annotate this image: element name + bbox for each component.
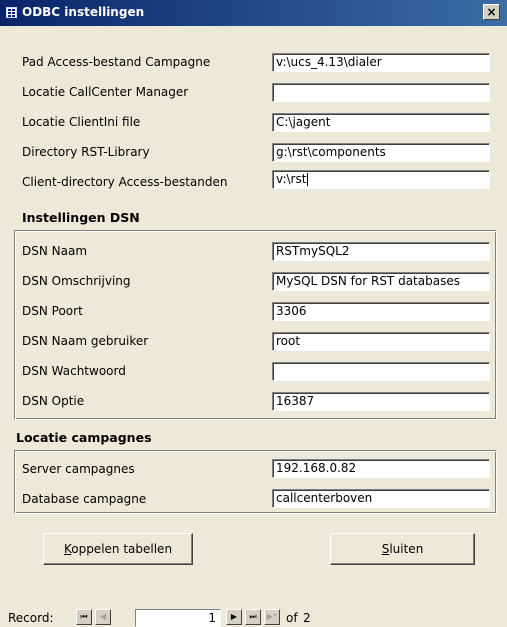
label-dsn-omschrijving: DSN Omschrijving <box>22 274 131 288</box>
input-dsn-omschrijving[interactable]: MySQL DSN for RST databases <box>272 272 490 291</box>
sluiten-button[interactable]: Sluiten <box>330 533 475 565</box>
input-dsn-gebruiker[interactable]: root <box>272 332 490 351</box>
label-database-campagne: Database campagne <box>22 492 147 506</box>
close-icon: × <box>486 5 497 19</box>
window-title: ODBC instellingen <box>22 5 145 19</box>
input-dsn-wachtwoord[interactable] <box>272 362 490 381</box>
title-bar: ODBC instellingen × <box>0 0 507 26</box>
section-title-campagnes: Locatie campagnes <box>16 430 152 445</box>
input-rst-library[interactable]: g:\rst\components <box>272 143 490 162</box>
input-callcenter-manager[interactable] <box>272 83 490 102</box>
sluiten-label: luiten <box>389 542 424 556</box>
label-dsn-wachtwoord: DSN Wachtwoord <box>22 364 126 378</box>
label-dsn-poort: DSN Poort <box>22 304 83 318</box>
new-record-icon: ▶* <box>266 612 278 621</box>
label-dsn-naam: DSN Naam <box>22 244 88 258</box>
next-record-button[interactable]: ▶ <box>226 609 242 625</box>
previous-record-icon: ◀ <box>99 612 107 621</box>
text-caret <box>307 173 309 186</box>
record-navigator: Record: ⏮ ◀ 1 ▶ ⏭ ▶* of 2 <box>0 606 507 627</box>
input-clientini[interactable]: C:\jagent <box>272 113 490 132</box>
section-title-dsn: Instellingen DSN <box>22 210 140 225</box>
label-dsn-optie: DSN Optie <box>22 394 85 408</box>
label-rst-library: Directory RST-Library <box>22 145 150 159</box>
new-record-button[interactable]: ▶* <box>264 609 280 625</box>
input-client-directory-text: v:\rst <box>276 172 307 186</box>
input-dsn-poort[interactable]: 3306 <box>272 302 490 321</box>
input-database-campagne[interactable]: callcenterboven <box>272 489 490 508</box>
koppelen-tabellen-button[interactable]: Koppelen tabellen <box>43 533 193 565</box>
label-callcenter-manager: Locatie CallCenter Manager <box>22 85 189 99</box>
label-pad-access: Pad Access-bestand Campagne <box>22 55 211 69</box>
label-client-directory: Client-directory Access-bestanden <box>22 175 228 189</box>
label-dsn-gebruiker: DSN Naam gebruiker <box>22 334 149 348</box>
record-of-label: of <box>286 611 298 625</box>
input-dsn-naam[interactable]: RSTmySQL2 <box>272 242 490 261</box>
input-pad-access[interactable]: v:\ucs_4.13\dialer <box>272 53 490 72</box>
close-window-button[interactable]: × <box>483 4 500 20</box>
record-number-field[interactable]: 1 <box>135 609 221 627</box>
first-record-icon: ⏮ <box>80 612 88 621</box>
last-record-icon: ⏭ <box>249 612 257 621</box>
label-clientini: Locatie ClientIni file <box>22 115 141 129</box>
input-client-directory[interactable]: v:\rst <box>272 170 490 189</box>
next-record-icon: ▶ <box>230 612 238 621</box>
koppelen-label: oppelen tabellen <box>71 542 173 556</box>
first-record-button[interactable]: ⏮ <box>76 609 92 625</box>
record-label: Record: <box>8 611 54 625</box>
form-icon <box>6 7 17 18</box>
last-record-button[interactable]: ⏭ <box>245 609 261 625</box>
record-total: 2 <box>303 611 311 625</box>
previous-record-button[interactable]: ◀ <box>95 609 111 625</box>
input-server-campagnes[interactable]: 192.168.0.82 <box>272 459 490 478</box>
label-server-campagnes: Server campagnes <box>22 462 135 476</box>
input-dsn-optie[interactable]: 16387 <box>272 392 490 411</box>
